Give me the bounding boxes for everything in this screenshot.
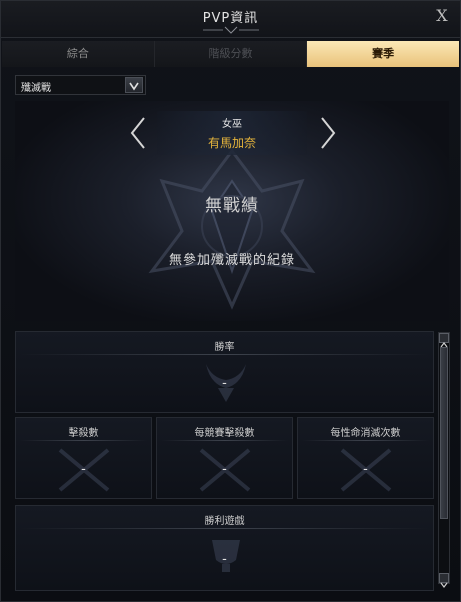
tab-overview[interactable]: 綜合 <box>2 41 155 67</box>
kills-per-match-panel: 每競賽擊殺數 - <box>156 417 293 499</box>
chevron-down-icon <box>440 582 448 588</box>
kills-panel: 擊殺數 - <box>15 417 152 499</box>
scroll-up-button[interactable] <box>439 333 449 348</box>
close-button[interactable]: X <box>432 6 452 26</box>
kills-per-match-value: - <box>222 462 227 477</box>
tab-rank-score[interactable]: 階級分數 <box>154 41 308 67</box>
win-rate-panel: 勝率 - <box>15 331 434 413</box>
chevron-down-icon[interactable] <box>125 77 143 93</box>
record-message: 無參加殲滅戰的紀錄 <box>168 253 295 268</box>
kills-label: 擊殺數 <box>68 428 99 439</box>
character-record-banner: 女巫 有馬加奈 無戰績 無參加殲滅戰的紀錄 <box>15 101 449 321</box>
window-title: PVP資訊 <box>202 11 259 26</box>
wins-panel: 勝利遊戲 - <box>15 505 434 591</box>
record-status: 無戰績 <box>205 196 259 216</box>
eliminations-per-life-panel: 每性命消滅次數 - <box>297 417 434 499</box>
title-ornament-icon <box>203 26 259 34</box>
stats-panel: 勝率 - 擊殺數 - 每競賽擊殺數 - 每性命消滅次數 - 勝利遊戲 - <box>15 331 434 591</box>
prev-character-arrow-icon[interactable] <box>127 115 149 151</box>
divider <box>20 440 147 441</box>
next-character-arrow-icon[interactable] <box>317 115 339 151</box>
title-bar: PVP資訊 X <box>1 1 460 38</box>
eliminations-per-life-label: 每性命消滅次數 <box>330 428 401 439</box>
emblem-icon <box>148 148 316 310</box>
tab-bar: 綜合 階級分數 賽季 <box>2 41 460 67</box>
pvp-info-window: PVP資訊 X 綜合 階級分數 賽季 殲滅戰 女巫 有馬加奈 無戰績 無參加殲滅… <box>0 0 461 602</box>
scroll-down-button[interactable] <box>439 573 449 588</box>
wins-label: 勝利遊戲 <box>204 516 245 527</box>
wins-value: - <box>222 552 227 567</box>
character-info-panel: 女巫 有馬加奈 <box>157 111 307 155</box>
divider <box>302 440 429 441</box>
kills-value: - <box>81 462 86 477</box>
divider <box>161 440 288 441</box>
scrollbar-thumb[interactable] <box>440 347 448 519</box>
divider <box>20 354 429 355</box>
divider <box>20 528 429 529</box>
win-rate-label: 勝率 <box>214 342 235 353</box>
mode-dropdown[interactable]: 殲滅戰 <box>15 75 146 95</box>
character-name: 有馬加奈 <box>207 136 256 150</box>
win-rate-value: - <box>222 376 227 391</box>
stats-scrollbar[interactable] <box>438 332 450 588</box>
eliminations-per-life-value: - <box>363 462 368 477</box>
mode-dropdown-value: 殲滅戰 <box>21 83 51 94</box>
character-class: 女巫 <box>222 119 242 130</box>
kills-per-match-label: 每競賽擊殺數 <box>194 428 255 439</box>
tab-season[interactable]: 賽季 <box>307 41 460 67</box>
